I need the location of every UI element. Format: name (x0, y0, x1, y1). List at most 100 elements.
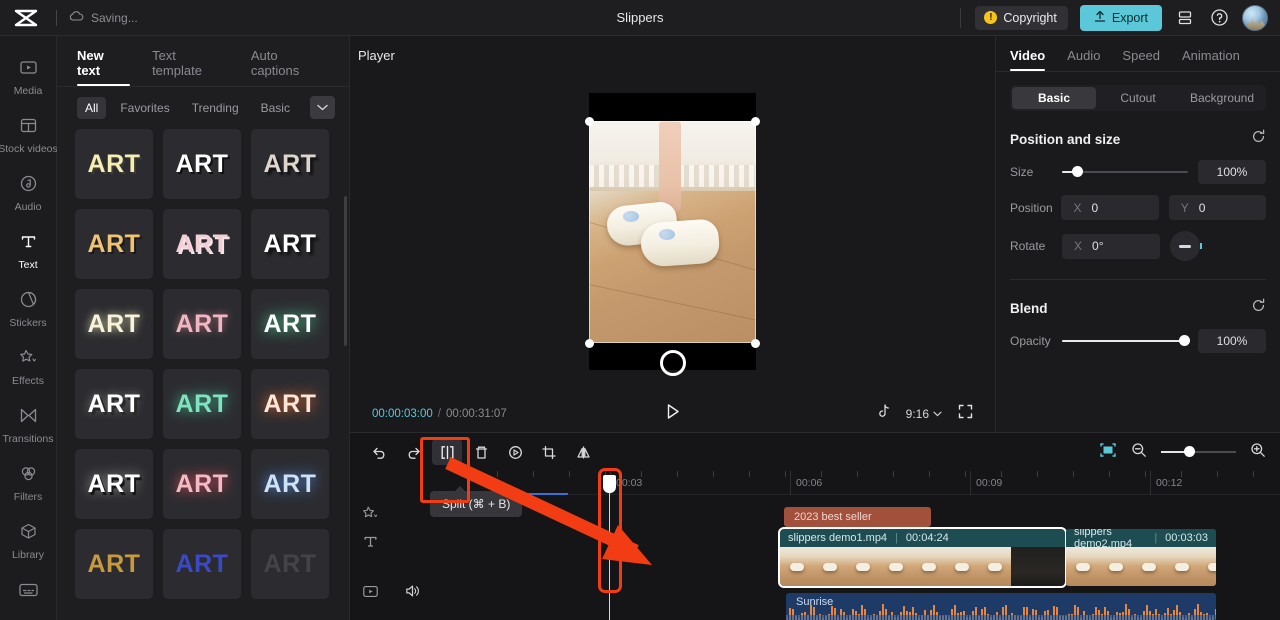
text-preset-6[interactable]: ART (251, 209, 329, 279)
zoom-slider-knob[interactable] (1184, 446, 1195, 457)
split-button[interactable] (432, 439, 462, 465)
chip-basic[interactable]: Basic (253, 97, 298, 119)
chip-trending[interactable]: Trending (184, 97, 247, 119)
waveform-bar-bg (1059, 615, 1061, 620)
text-preset-1[interactable]: ART (75, 129, 153, 199)
chip-favorites[interactable]: Favorites (112, 97, 177, 119)
captions-icon[interactable] (0, 582, 57, 598)
freeze-button[interactable] (500, 439, 530, 465)
text-preset-8[interactable]: ART (163, 289, 241, 359)
layout-icon[interactable] (1174, 7, 1196, 29)
tiktok-icon[interactable] (877, 404, 890, 424)
tab-auto-captions[interactable]: Auto captions (251, 48, 329, 86)
opacity-value[interactable]: 100% (1198, 329, 1266, 353)
play-icon[interactable] (665, 403, 681, 425)
segment-background[interactable]: Background (1180, 87, 1264, 109)
sidebar-item-effects[interactable]: Effects (0, 338, 56, 396)
position-y-field[interactable]: Y 0 (1168, 195, 1267, 220)
opacity-slider[interactable] (1062, 334, 1190, 348)
resize-handle-bl[interactable] (585, 338, 594, 348)
tab-speed[interactable]: Speed (1122, 48, 1160, 71)
effects-track-icon[interactable] (362, 505, 379, 527)
text-preset-3[interactable]: ART (251, 129, 329, 199)
sidebar-item-library[interactable]: Library (0, 512, 56, 570)
timeline-ruler[interactable]: 00:03 00:06 00:09 00:12 (438, 471, 1280, 495)
sidebar-item-media[interactable]: Media (0, 48, 56, 106)
text-preset-10[interactable]: ART (75, 369, 153, 439)
text-preset-12[interactable]: ART (251, 369, 329, 439)
text-preset-9[interactable]: ART (251, 289, 329, 359)
text-clip[interactable]: 2023 best seller (784, 507, 931, 527)
size-slider-knob[interactable] (1072, 166, 1084, 177)
reset-icon[interactable] (1251, 129, 1266, 149)
avatar[interactable] (1242, 4, 1268, 31)
text-track-icon[interactable] (362, 533, 379, 555)
zoom-in-icon[interactable] (1250, 442, 1266, 463)
undo-button[interactable] (364, 439, 394, 465)
capcut-logo-icon[interactable] (0, 0, 52, 36)
text-preset-11[interactable]: ART (163, 369, 241, 439)
tab-animation[interactable]: Animation (1182, 48, 1240, 71)
zoom-out-icon[interactable] (1131, 442, 1147, 463)
size-value[interactable]: 100% (1198, 160, 1266, 184)
resize-handle-br[interactable] (751, 338, 760, 348)
tab-text-template[interactable]: Text template (152, 48, 229, 86)
chip-all[interactable]: All (77, 97, 107, 119)
auto-fit-icon[interactable] (1099, 442, 1117, 463)
export-button[interactable]: Export (1079, 4, 1162, 31)
ruler-major-tick (790, 471, 791, 495)
tab-new-text[interactable]: New text (77, 48, 131, 86)
text-preset-5[interactable]: ART (163, 209, 241, 279)
video-clip-1-duration: 00:04:24 (905, 532, 949, 544)
text-preset-15[interactable]: ART (251, 449, 329, 519)
text-preset-18[interactable]: ART (251, 529, 329, 599)
panel-scrollbar[interactable] (344, 196, 347, 346)
sidebar-item-stickers[interactable]: Stickers (0, 280, 56, 338)
help-circle-icon[interactable] (1208, 7, 1230, 29)
export-label: Export (1111, 10, 1148, 25)
rotate-field[interactable]: X 0° (1062, 233, 1160, 259)
speaker-icon[interactable] (404, 583, 421, 604)
tab-video[interactable]: Video (1010, 48, 1046, 71)
playhead[interactable] (603, 475, 616, 620)
sidebar-item-text[interactable]: Text (0, 222, 56, 280)
text-preset-7[interactable]: ART (75, 289, 153, 359)
tab-audio[interactable]: Audio (1067, 48, 1100, 71)
sidebar-item-filters[interactable]: Filters (0, 454, 56, 512)
size-slider[interactable] (1062, 165, 1188, 179)
sidebar-item-transitions[interactable]: Transitions (0, 396, 56, 454)
position-x-field[interactable]: X 0 (1061, 195, 1159, 220)
resize-handle-tl[interactable] (585, 116, 594, 126)
rotation-dial[interactable] (1170, 231, 1202, 261)
video-clip-2[interactable]: slippers demo2.mp4 | 00:03:03 (1066, 529, 1216, 586)
text-preset-16[interactable]: ART (75, 529, 153, 599)
redo-button[interactable] (398, 439, 428, 465)
delete-button[interactable] (466, 439, 496, 465)
sidebar-item-stock-videos[interactable]: Stock videos (0, 106, 58, 164)
segment-cutout[interactable]: Cutout (1096, 87, 1180, 109)
aspect-ratio-selector[interactable]: 9:16 (906, 407, 942, 421)
segment-basic[interactable]: Basic (1012, 87, 1096, 109)
copyright-button[interactable]: ! Copyright (975, 5, 1068, 30)
reset-icon[interactable] (1251, 298, 1266, 318)
resize-handle-tr[interactable] (751, 116, 760, 126)
audio-clip[interactable]: Sunrise (786, 593, 1216, 620)
text-preset-14[interactable]: ART (163, 449, 241, 519)
text-preset-4[interactable]: ART (75, 209, 153, 279)
crop-button[interactable] (534, 439, 564, 465)
chevron-down-icon[interactable] (310, 96, 335, 119)
sidebar-item-audio[interactable]: Audio (0, 164, 56, 222)
text-preset-17[interactable]: ART (163, 529, 241, 599)
playhead-handle[interactable] (603, 475, 616, 493)
text-preset-13[interactable]: ART (75, 449, 153, 519)
timeline-zoom-slider[interactable] (1161, 446, 1236, 458)
video-canvas[interactable] (585, 92, 760, 376)
text-preset-2[interactable]: ART (163, 129, 241, 199)
opacity-slider-knob[interactable] (1179, 335, 1190, 346)
mirror-button[interactable] (568, 439, 598, 465)
video-track-icon[interactable] (362, 583, 379, 605)
fullscreen-icon[interactable] (958, 404, 973, 424)
waveform-bar-bg (1125, 615, 1127, 620)
waveform-bar-bg (870, 615, 872, 620)
video-clip-1[interactable]: slippers demo1.mp4 | 00:04:24 (778, 527, 1067, 588)
